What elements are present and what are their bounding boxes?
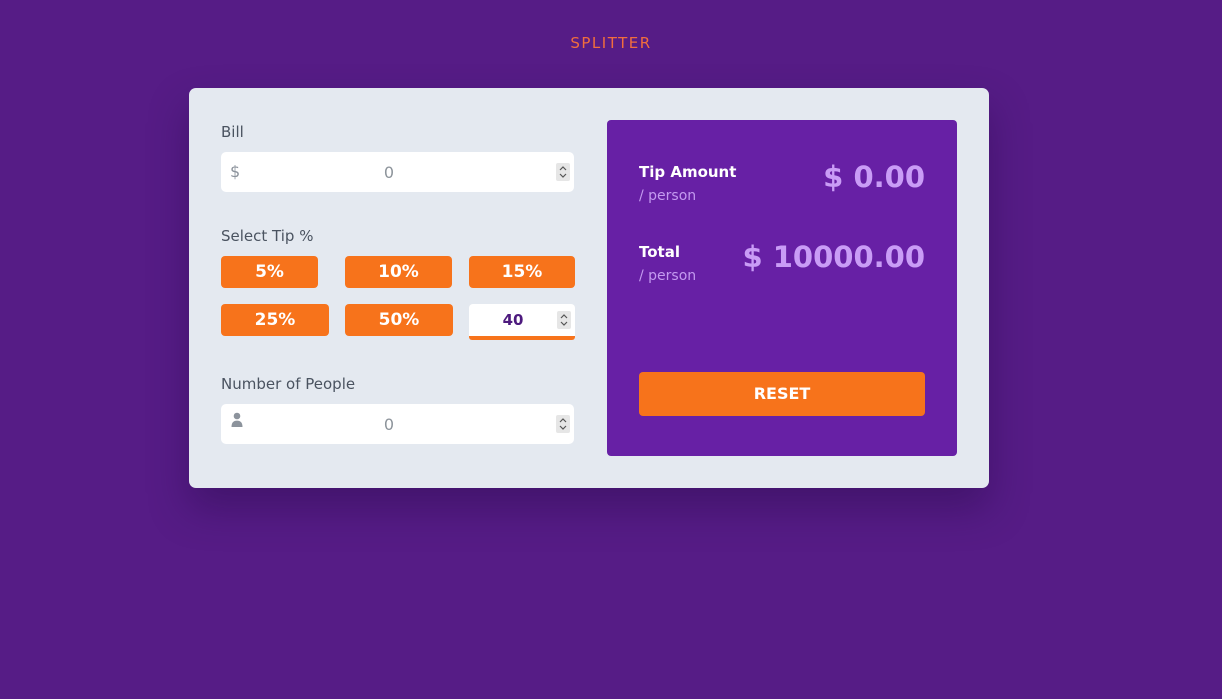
people-input-value: 0 (383, 415, 395, 434)
tip-amount-value: $ 0.00 (823, 160, 925, 194)
result-panel: Tip Amount / person $ 0.00 Total / perso… (607, 120, 957, 456)
reset-button[interactable]: RESET (639, 372, 925, 416)
tip-25-button[interactable]: 25% (221, 304, 329, 336)
app-title: SPLITTER (570, 34, 652, 52)
bill-input-value: 0 (383, 163, 395, 182)
total-value: $ 10000.00 (742, 240, 925, 274)
people-input[interactable]: 0 (221, 404, 574, 444)
tip-5-button[interactable]: 5% (221, 256, 318, 288)
people-label: Number of People (221, 375, 356, 393)
select-tip-label: Select Tip % (221, 227, 314, 245)
bill-label: Bill (221, 123, 244, 141)
custom-tip-stepper[interactable] (557, 311, 571, 329)
tip-amount-per-person: / person (639, 188, 697, 204)
people-stepper[interactable] (556, 415, 570, 433)
tip-amount-label: Tip Amount (639, 163, 737, 181)
tip-10-button[interactable]: 10% (345, 256, 452, 288)
bill-stepper[interactable] (556, 163, 570, 181)
bill-input[interactable]: $ 0 (221, 152, 574, 192)
tip-50-button[interactable]: 50% (345, 304, 453, 336)
total-per-person: / person (639, 268, 697, 284)
custom-tip-input[interactable]: 40 (469, 304, 575, 340)
custom-tip-value: 40 (502, 311, 524, 329)
total-label: Total (639, 243, 680, 261)
calculator-card: Bill $ 0 Select Tip % 5% 10% 15% 25% 50%… (189, 88, 989, 488)
tip-15-button[interactable]: 15% (469, 256, 575, 288)
